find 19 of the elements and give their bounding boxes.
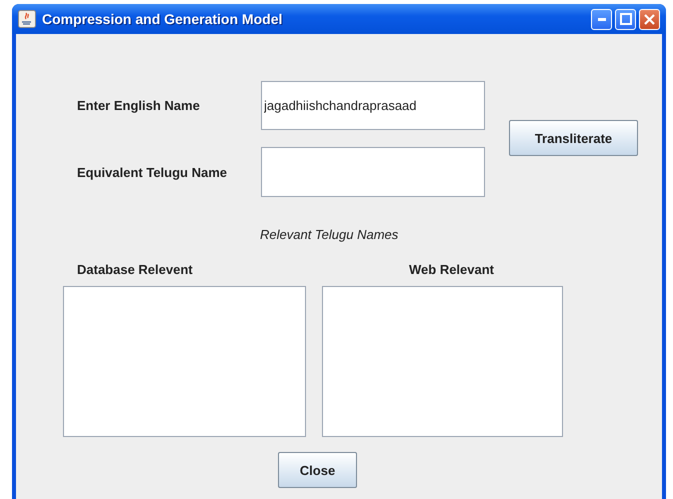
field-label: Enter English Name (77, 98, 201, 113)
section-heading: Relevant Telugu Names (260, 227, 400, 242)
input-field[interactable] (261, 147, 485, 197)
close-button[interactable]: Close (278, 452, 357, 488)
close-window-button[interactable] (639, 8, 660, 30)
transliterate-button[interactable]: Transliterate (509, 120, 638, 156)
close-icon (644, 14, 655, 24)
text-area[interactable] (322, 286, 563, 437)
field-label: Equivalent Telugu Name (77, 164, 228, 180)
list-label: Web Relevant (409, 262, 496, 277)
maximize-button[interactable] (615, 8, 636, 30)
minimize-button[interactable] (591, 8, 612, 30)
list-label: Database Relevent (77, 262, 194, 277)
text-area[interactable] (63, 286, 306, 437)
window-title: Compression and Generation Model (42, 11, 284, 27)
maximize-icon (620, 13, 632, 25)
java-cup-icon (18, 10, 36, 28)
input-field[interactable]: jagadhiishchandraprasaad (261, 81, 485, 130)
minimize-icon (598, 18, 606, 20)
